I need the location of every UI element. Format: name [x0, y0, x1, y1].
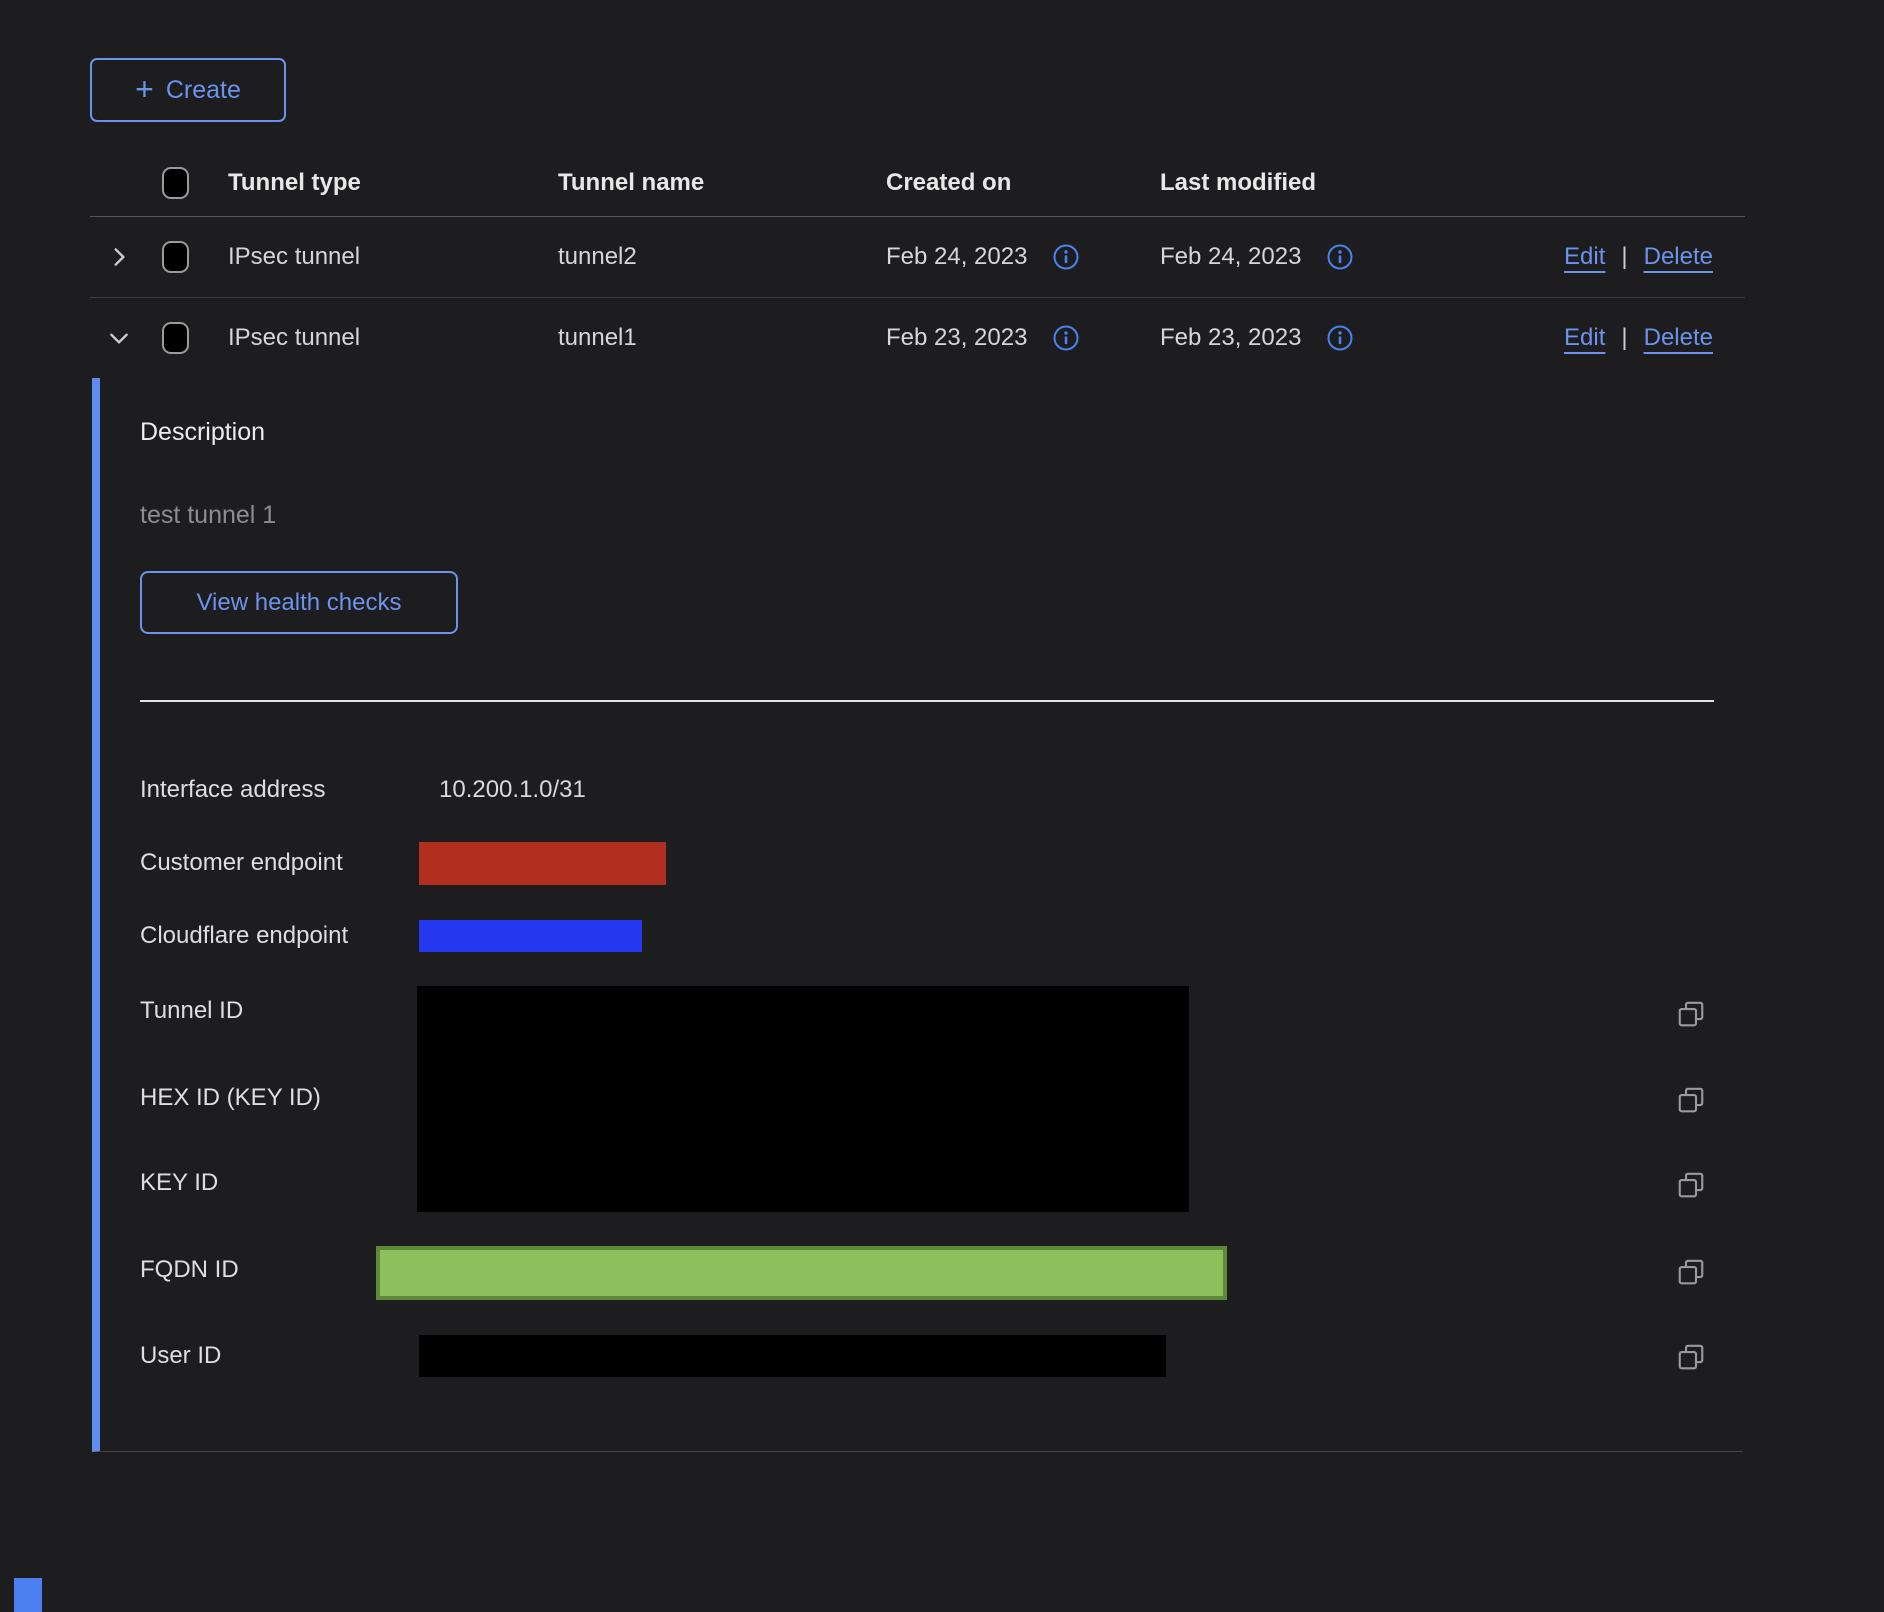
row-checkbox[interactable]	[162, 241, 189, 273]
view-health-checks-button[interactable]: View health checks	[140, 571, 458, 634]
detail-label-customer-endpoint: Customer endpoint	[140, 848, 343, 878]
description-text: test tunnel 1	[140, 501, 276, 530]
description-heading: Description	[140, 418, 265, 447]
info-icon[interactable]	[1327, 325, 1353, 351]
table-row: IPsec tunnel tunnel2 Feb 24, 2023 Feb 24…	[90, 217, 1745, 298]
section-divider	[140, 700, 1714, 702]
copy-tunnel-id-button[interactable]	[1676, 999, 1706, 1029]
redaction-cloudflare-endpoint	[419, 920, 642, 952]
redaction-user-id	[419, 1335, 1166, 1377]
detail-label-cloudflare-endpoint: Cloudflare endpoint	[140, 921, 348, 951]
tunnels-table: Tunnel type Tunnel name Created on Last …	[90, 150, 1745, 1452]
last-modified-cell: Feb 23, 2023	[1160, 324, 1301, 352]
copy-fqdn-id-button[interactable]	[1676, 1257, 1706, 1287]
copy-user-id-button[interactable]	[1676, 1342, 1706, 1372]
table-header-row: Tunnel type Tunnel name Created on Last …	[90, 150, 1745, 217]
detail-label-user-id: User ID	[140, 1341, 221, 1371]
redaction-fqdn-id	[376, 1246, 1227, 1300]
action-separator: |	[1621, 243, 1627, 271]
info-icon[interactable]	[1327, 244, 1353, 270]
detail-label-tunnel-id: Tunnel ID	[140, 996, 243, 1026]
detail-label-interface-address: Interface address	[140, 775, 325, 805]
redaction-customer-endpoint	[419, 842, 666, 885]
create-button[interactable]: + Create	[90, 58, 286, 122]
column-header-tunnel-name: Tunnel name	[558, 169, 886, 197]
tunnel-type-cell: IPsec tunnel	[228, 324, 558, 352]
collapse-row-button[interactable]	[90, 325, 162, 351]
edit-link[interactable]: Edit	[1564, 243, 1605, 271]
select-all-checkbox[interactable]	[162, 167, 189, 199]
created-on-cell: Feb 24, 2023	[886, 243, 1027, 271]
tunnel-name-cell: tunnel2	[558, 243, 886, 271]
plus-icon: +	[135, 73, 154, 105]
expand-row-button[interactable]	[90, 244, 162, 270]
detail-value-interface-address: 10.200.1.0/31	[439, 775, 586, 805]
info-icon[interactable]	[1053, 325, 1079, 351]
action-separator: |	[1621, 324, 1627, 352]
detail-label-key-id: KEY ID	[140, 1168, 218, 1198]
created-on-cell: Feb 23, 2023	[886, 324, 1027, 352]
last-modified-cell: Feb 24, 2023	[1160, 243, 1301, 271]
column-header-last-modified: Last modified	[1160, 169, 1540, 197]
create-button-label: Create	[166, 76, 241, 105]
table-row: IPsec tunnel tunnel1 Feb 23, 2023 Feb 23…	[90, 298, 1745, 378]
column-header-created-on: Created on	[886, 169, 1160, 197]
copy-key-id-button[interactable]	[1676, 1170, 1706, 1200]
chevron-down-icon	[106, 325, 132, 351]
edit-link[interactable]: Edit	[1564, 324, 1605, 352]
row-checkbox[interactable]	[162, 322, 189, 354]
detail-label-hex-id: HEX ID (KEY ID)	[140, 1083, 321, 1113]
chevron-right-icon	[106, 244, 132, 270]
bottom-left-blue-artifact	[14, 1578, 42, 1612]
expanded-tunnel-panel: Description test tunnel 1 View health ch…	[92, 378, 1743, 1452]
tunnel-name-cell: tunnel1	[558, 324, 886, 352]
detail-label-fqdn-id: FQDN ID	[140, 1255, 239, 1285]
column-header-tunnel-type: Tunnel type	[228, 169, 558, 197]
redaction-tunnel-hex-key-ids	[417, 986, 1189, 1212]
tunnel-type-cell: IPsec tunnel	[228, 243, 558, 271]
delete-link[interactable]: Delete	[1644, 324, 1713, 352]
info-icon[interactable]	[1053, 244, 1079, 270]
delete-link[interactable]: Delete	[1644, 243, 1713, 271]
copy-hex-id-button[interactable]	[1676, 1085, 1706, 1115]
